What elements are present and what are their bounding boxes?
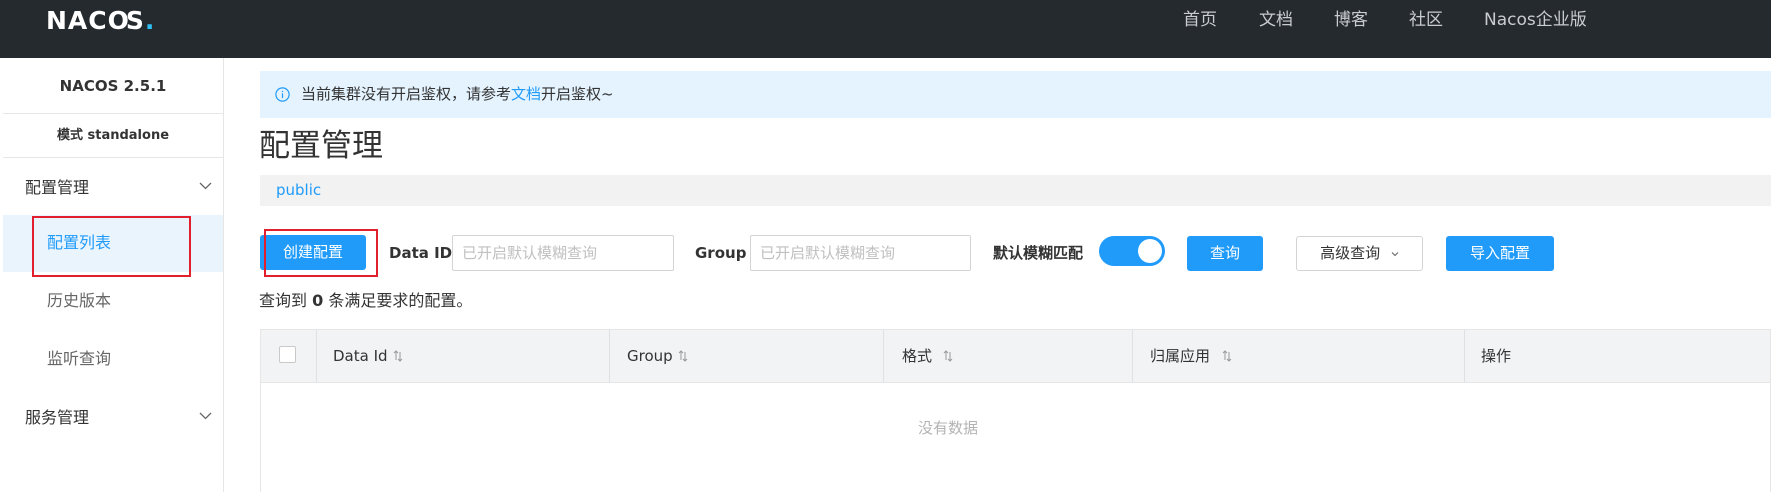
notice-text: 当前集群没有开启鉴权，请参考文档开启鉴权~ [301,84,614,104]
column-header-actions: 操作 [1481,347,1512,365]
sort-icon[interactable] [1222,349,1232,363]
advanced-query-label: 高级查询 [1320,244,1381,262]
query-button[interactable]: 查询 [1187,236,1263,271]
sort-icon[interactable] [678,349,688,363]
column-divider [316,330,317,382]
result-suffix: 条满足要求的配置。 [328,291,473,310]
notice-text-before: 当前集群没有开启鉴权，请参考 [301,85,512,103]
sort-icon[interactable] [943,349,953,363]
chevron-down-icon [199,412,212,420]
mode-label: 模式 standalone [3,114,223,158]
table-body [260,383,1771,492]
data-id-label: Data ID [389,244,453,262]
fuzzy-match-toggle[interactable] [1099,236,1165,266]
column-divider [1464,330,1465,382]
import-config-button[interactable]: 导入配置 [1446,236,1554,271]
top-navbar: NACOS. 首页 文档 博客 社区 Nacos企业版 [0,0,1771,58]
sidebar-item-listener-query[interactable]: 监听查询 [3,331,223,388]
auth-notice: 当前集群没有开启鉴权，请参考文档开启鉴权~ [260,71,1771,118]
version-label: NACOS 2.5.1 [3,58,223,114]
sidebar-item-label: 历史版本 [47,291,112,310]
fuzzy-match-label: 默认模糊匹配 [993,244,1084,262]
page-title: 配置管理 [259,128,383,164]
column-divider [609,330,610,382]
sidebar-group-label: 配置管理 [25,178,90,197]
column-header-group[interactable]: Group [627,346,673,366]
data-id-input[interactable] [452,235,674,271]
create-config-button[interactable]: 创建配置 [260,235,366,270]
toggle-knob [1138,239,1162,263]
table-header: Data Id Group 格式 归属应用 操作 [260,329,1771,383]
sidebar-item-label: 配置列表 [47,233,112,252]
nacos-logo[interactable]: NACOS. [46,6,155,36]
sidebar-item-history[interactable]: 历史版本 [3,273,223,330]
group-input[interactable] [750,235,971,271]
namespace-bar: public [260,175,1771,206]
sidebar-item-config-list[interactable]: 配置列表 [3,215,223,272]
column-divider [1132,330,1133,382]
query-result-text: 查询到 0 条满足要求的配置。 [259,290,472,312]
column-header-format[interactable]: 格式 [902,346,932,366]
column-header-data-id[interactable]: Data Id [333,346,388,366]
chevron-down-icon [1391,251,1399,256]
nav-blog[interactable]: 博客 [1334,10,1368,30]
notice-text-after: 开启鉴权~ [541,85,614,103]
nav-home[interactable]: 首页 [1183,10,1217,30]
sort-icon[interactable] [393,349,403,363]
column-divider [883,330,884,382]
empty-state-text: 没有数据 [918,419,979,437]
namespace-public[interactable]: public [276,181,321,200]
sidebar-group-label: 服务管理 [25,408,90,427]
result-count: 0 [312,291,324,310]
select-all-checkbox[interactable] [279,346,296,363]
nav-enterprise[interactable]: Nacos企业版 [1484,10,1587,30]
info-icon [275,87,290,102]
result-prefix: 查询到 [259,291,308,310]
chevron-down-icon [199,182,212,190]
notice-doc-link[interactable]: 文档 [511,85,541,103]
nav-docs[interactable]: 文档 [1259,10,1293,30]
nav-community[interactable]: 社区 [1409,10,1443,30]
sidebar-item-label: 监听查询 [47,349,112,368]
group-label: Group [695,244,747,262]
advanced-query-button[interactable]: 高级查询 [1296,236,1423,271]
sidebar-group-service-management[interactable]: 服务管理 [3,390,223,446]
column-header-app[interactable]: 归属应用 [1150,346,1210,366]
sidebar-group-config-management[interactable]: 配置管理 [3,160,223,216]
sidebar: NACOS 2.5.1 模式 standalone 配置管理 配置列表 历史版本… [3,58,224,492]
